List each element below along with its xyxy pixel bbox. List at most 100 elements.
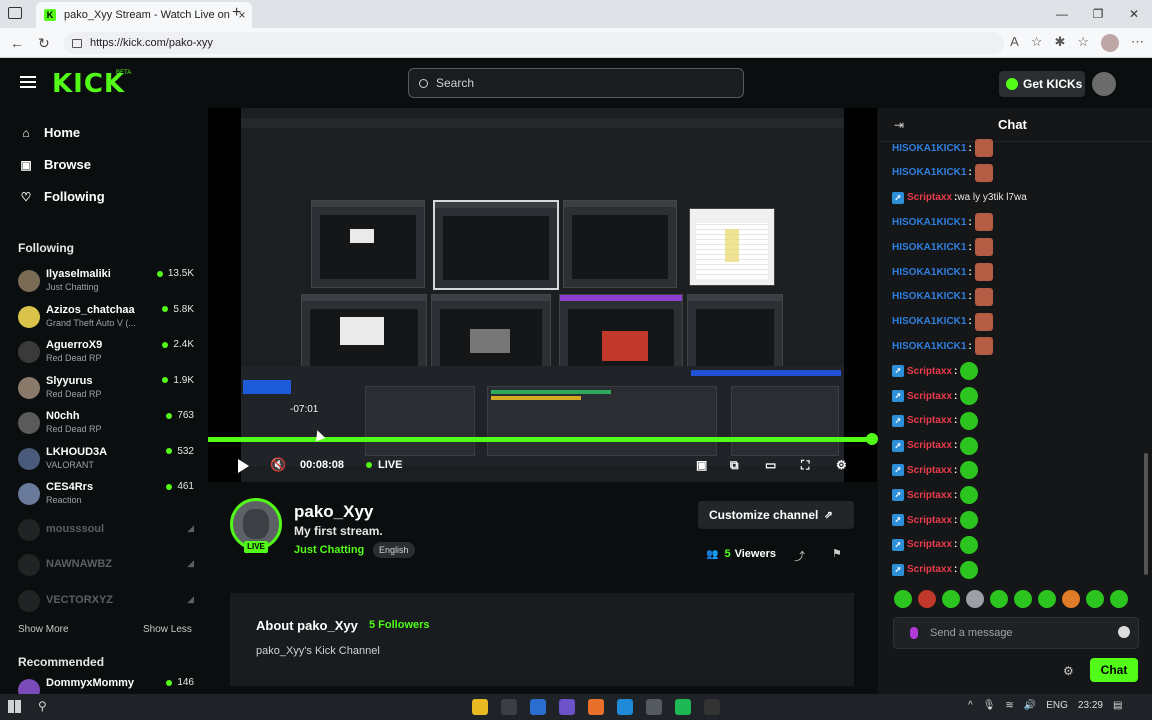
- wifi-icon[interactable]: ≋: [1005, 700, 1013, 711]
- send-chat-button[interactable]: Chat: [1090, 658, 1138, 682]
- taskbar-app-icon[interactable]: [472, 699, 488, 715]
- chat-username[interactable]: HISOKA1KICK1: [892, 341, 966, 352]
- favorites-icon[interactable]: ☆: [1077, 34, 1089, 52]
- taskbar-app-icon[interactable]: [704, 699, 720, 715]
- read-aloud-icon[interactable]: A: [1010, 34, 1019, 52]
- back-icon[interactable]: ←: [10, 35, 24, 51]
- settings-gear-icon[interactable]: ⚙: [836, 458, 847, 472]
- chat-username[interactable]: Scriptaxx: [907, 564, 952, 575]
- tray-chevron-icon[interactable]: ^: [968, 700, 973, 711]
- quick-emote[interactable]: [1110, 590, 1128, 608]
- report-icon[interactable]: ⚑: [832, 547, 842, 560]
- chat-username[interactable]: HISOKA1KICK1: [892, 242, 966, 253]
- language-tag[interactable]: English: [373, 542, 415, 558]
- microphone-icon[interactable]: 🎙: [983, 700, 996, 711]
- quick-emote[interactable]: [1062, 590, 1080, 608]
- chat-username[interactable]: Scriptaxx: [907, 192, 952, 203]
- quick-emote[interactable]: [990, 590, 1008, 608]
- play-icon[interactable]: [238, 459, 249, 473]
- clock[interactable]: 23:29: [1078, 700, 1103, 711]
- kick-logo[interactable]: KICK: [52, 69, 125, 99]
- video-player[interactable]: [208, 108, 877, 482]
- chat-username[interactable]: Scriptaxx: [907, 539, 952, 550]
- taskbar-app-icon[interactable]: [675, 699, 691, 715]
- chat-settings-icon[interactable]: ⚙: [1063, 664, 1074, 678]
- chat-username[interactable]: HISOKA1KICK1: [892, 217, 966, 228]
- following-channel[interactable]: N0chh Red Dead RP 763: [18, 408, 194, 442]
- muted-volume-icon[interactable]: 🔇: [270, 457, 286, 473]
- close-window-icon[interactable]: ✕: [1116, 0, 1152, 28]
- chat-username[interactable]: Scriptaxx: [907, 465, 952, 476]
- get-kicks-button[interactable]: Get KICKs: [999, 71, 1085, 97]
- emote-picker-icon[interactable]: [910, 627, 918, 639]
- quick-emote[interactable]: [942, 590, 960, 608]
- pip-icon[interactable]: ⧉: [730, 458, 739, 473]
- taskbar-search-icon[interactable]: ⚲: [38, 699, 47, 713]
- offline-channel[interactable]: mousssoul ◢: [18, 515, 194, 549]
- share-icon[interactable]: ⤴: [794, 548, 805, 564]
- chat-username[interactable]: Scriptaxx: [907, 490, 952, 501]
- smiley-icon[interactable]: [1118, 626, 1130, 638]
- taskbar-app-icon[interactable]: [646, 699, 662, 715]
- clip-icon[interactable]: ▣: [696, 458, 707, 472]
- input-language[interactable]: ENG: [1046, 700, 1068, 711]
- show-less-link[interactable]: Show Less: [143, 624, 192, 635]
- start-menu-icon[interactable]: [8, 700, 21, 713]
- chat-username[interactable]: Scriptaxx: [907, 415, 952, 426]
- quick-emote[interactable]: [1086, 590, 1104, 608]
- more-menu-icon[interactable]: ⋯: [1131, 34, 1144, 52]
- channel-name[interactable]: pako_Xyy: [294, 502, 373, 522]
- new-tab-button[interactable]: +: [232, 4, 241, 22]
- fullscreen-icon[interactable]: ⛶: [801, 458, 809, 473]
- hamburger-menu-icon[interactable]: [20, 76, 36, 88]
- chat-username[interactable]: HISOKA1KICK1: [892, 267, 966, 278]
- stream-category-link[interactable]: Just Chatting: [294, 544, 364, 556]
- following-channel[interactable]: Slyyurus Red Dead RP 1.9K: [18, 373, 194, 407]
- minimize-icon[interactable]: —: [1044, 0, 1080, 28]
- volume-icon[interactable]: 🔊: [1024, 700, 1036, 711]
- quick-emote[interactable]: [894, 590, 912, 608]
- chat-username[interactable]: HISOKA1KICK1: [892, 143, 966, 154]
- profile-avatar[interactable]: [1101, 34, 1119, 52]
- url-field[interactable]: https://kick.com/pako-xyy: [64, 32, 1004, 54]
- chat-username[interactable]: Scriptaxx: [907, 366, 952, 377]
- chat-username[interactable]: HISOKA1KICK1: [892, 316, 966, 327]
- chat-message-input[interactable]: Send a message: [893, 617, 1139, 649]
- offline-channel[interactable]: VECTORXYZ ◢: [18, 586, 194, 620]
- chat-username[interactable]: HISOKA1KICK1: [892, 167, 966, 178]
- search-input[interactable]: Search: [408, 68, 744, 98]
- seek-bar-handle[interactable]: [866, 433, 878, 445]
- extensions-icon[interactable]: ✱: [1054, 34, 1065, 52]
- refresh-icon[interactable]: ↻: [38, 35, 50, 52]
- following-channel[interactable]: AguerroX9 Red Dead RP 2.4K: [18, 337, 194, 371]
- quick-emote[interactable]: [1014, 590, 1032, 608]
- following-channel[interactable]: Azizos_chatchaa Grand Theft Auto V (... 5.…: [18, 302, 194, 336]
- user-avatar[interactable]: [1092, 72, 1116, 96]
- notifications-icon[interactable]: ▤: [1113, 700, 1122, 711]
- show-more-link[interactable]: Show More: [18, 624, 69, 635]
- chat-username[interactable]: Scriptaxx: [907, 391, 952, 402]
- restore-icon[interactable]: ❐: [1080, 0, 1116, 28]
- sidebar-item-following[interactable]: ♡ Following: [18, 189, 105, 204]
- chat-username[interactable]: Scriptaxx: [907, 515, 952, 526]
- following-channel[interactable]: Ilyaselmaliki Just Chatting 13.5K: [18, 266, 194, 300]
- live-indicator[interactable]: LIVE: [366, 459, 402, 471]
- favorite-star-icon[interactable]: ☆: [1031, 34, 1043, 52]
- taskbar-app-icon[interactable]: [617, 699, 633, 715]
- quick-emote[interactable]: [966, 590, 984, 608]
- chat-username[interactable]: HISOKA1KICK1: [892, 291, 966, 302]
- sidebar-item-browse[interactable]: ▣ Browse: [18, 157, 91, 172]
- chat-scrollbar[interactable]: [1144, 453, 1148, 575]
- seek-bar[interactable]: [208, 433, 878, 445]
- quick-emote[interactable]: [918, 590, 936, 608]
- sidebar-item-home[interactable]: ⌂ Home: [18, 125, 80, 140]
- offline-channel[interactable]: NAWNAWBZ ◢: [18, 550, 194, 584]
- customize-channel-button[interactable]: Customize channel ⇗: [698, 501, 854, 529]
- taskbar-app-icon[interactable]: [530, 699, 546, 715]
- following-channel[interactable]: CES4Rrs Reaction 461: [18, 479, 194, 513]
- taskbar-app-icon[interactable]: [588, 699, 604, 715]
- collapse-chat-icon[interactable]: ⇥: [894, 118, 904, 132]
- following-channel[interactable]: LKHOUD3A VALORANT 532: [18, 444, 194, 478]
- browser-tab[interactable]: K pako_Xyy Stream - Watch Live on Kick ×: [36, 2, 252, 28]
- taskbar-app-icon[interactable]: [501, 699, 517, 715]
